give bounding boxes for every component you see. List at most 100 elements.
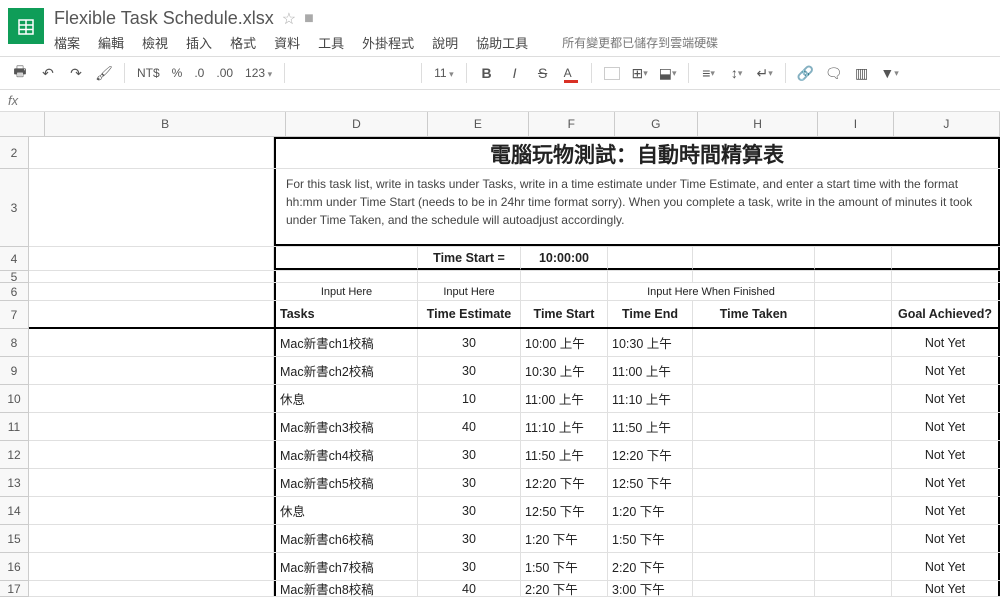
cell-end[interactable]: 11:10 上午 <box>608 385 693 412</box>
cell-goal[interactable]: Not Yet <box>892 385 1000 412</box>
cell[interactable] <box>29 497 274 524</box>
cell[interactable] <box>29 301 274 327</box>
percent-button[interactable]: % <box>168 66 187 80</box>
cell-end[interactable]: 12:50 下午 <box>608 469 693 496</box>
cell[interactable] <box>29 413 274 440</box>
row-header[interactable]: 9 <box>0 357 28 385</box>
cell-taken[interactable] <box>693 581 815 596</box>
cell[interactable] <box>892 247 1000 270</box>
text-color-button[interactable]: A <box>559 61 583 85</box>
row-header[interactable]: 11 <box>0 413 28 441</box>
decrease-decimal-button[interactable]: .0 <box>190 66 208 80</box>
cell-taken[interactable] <box>693 357 815 384</box>
cell-task[interactable]: Mac新書ch2校稿 <box>274 357 418 384</box>
cell-task[interactable]: Mac新書ch7校稿 <box>274 553 418 580</box>
doc-title[interactable]: Flexible Task Schedule.xlsx <box>54 8 274 29</box>
cell-end[interactable]: 3:00 下午 <box>608 581 693 596</box>
increase-decimal-button[interactable]: .00 <box>212 66 237 80</box>
cell-task[interactable]: Mac新書ch4校稿 <box>274 441 418 468</box>
wrap-button[interactable]: ↵ <box>753 61 777 85</box>
instructions-cell[interactable]: For this task list, write in tasks under… <box>274 169 1000 246</box>
cell-goal[interactable]: Not Yet <box>892 357 1000 384</box>
cell-grid[interactable]: 電腦玩物測試：自動時間精算表 For this task list, write… <box>29 137 1000 597</box>
cell-goal[interactable]: Not Yet <box>892 581 1000 596</box>
cell-goal[interactable]: Not Yet <box>892 525 1000 552</box>
cell[interactable] <box>29 247 274 270</box>
row-header[interactable]: 7 <box>0 301 28 329</box>
cell-task[interactable]: Mac新書ch6校稿 <box>274 525 418 552</box>
cell-estimate[interactable]: 30 <box>418 441 521 468</box>
cell-start[interactable]: 2:20 下午 <box>521 581 608 596</box>
row-header[interactable]: 17 <box>0 581 28 597</box>
cell[interactable] <box>815 525 892 552</box>
formula-input[interactable] <box>26 94 992 108</box>
h-align-button[interactable]: ≡ <box>697 61 721 85</box>
cell-task[interactable]: Mac新書ch1校稿 <box>274 329 418 356</box>
header-taken[interactable]: Time Taken <box>693 301 815 327</box>
link-button[interactable]: 🔗 <box>794 61 818 85</box>
cell[interactable] <box>815 441 892 468</box>
italic-button[interactable]: I <box>503 61 527 85</box>
cell-taken[interactable] <box>693 441 815 468</box>
cell-task[interactable]: Mac新書ch3校稿 <box>274 413 418 440</box>
header-end[interactable]: Time End <box>608 301 693 327</box>
cell[interactable] <box>815 553 892 580</box>
time-start-value[interactable]: 10:00:00 <box>521 247 608 270</box>
cell[interactable] <box>815 581 892 596</box>
menu-insert[interactable]: 插入 <box>186 33 212 52</box>
select-all-corner[interactable] <box>0 112 45 136</box>
cell-estimate[interactable]: 40 <box>418 413 521 440</box>
v-align-button[interactable]: ↕ <box>725 61 749 85</box>
cell-start[interactable]: 11:50 上午 <box>521 441 608 468</box>
cell-task[interactable]: Mac新書ch5校稿 <box>274 469 418 496</box>
header-estimate[interactable]: Time Estimate <box>418 301 521 327</box>
cell[interactable] <box>29 169 274 246</box>
cell[interactable] <box>815 469 892 496</box>
cell[interactable] <box>29 441 274 468</box>
cell-estimate[interactable]: 30 <box>418 469 521 496</box>
cell-goal[interactable]: Not Yet <box>892 497 1000 524</box>
cell-start[interactable]: 1:20 下午 <box>521 525 608 552</box>
input-here-label[interactable]: Input Here <box>274 283 418 300</box>
cell-goal[interactable]: Not Yet <box>892 329 1000 356</box>
row-header[interactable]: 2 <box>0 137 28 169</box>
header-start[interactable]: Time Start <box>521 301 608 327</box>
folder-icon[interactable]: ■ <box>304 10 314 28</box>
cell-estimate[interactable]: 30 <box>418 329 521 356</box>
cell-estimate[interactable]: 30 <box>418 497 521 524</box>
borders-button[interactable]: ⊞ <box>628 61 652 85</box>
cell-taken[interactable] <box>693 413 815 440</box>
row-header[interactable]: 10 <box>0 385 28 413</box>
time-start-label[interactable]: Time Start = <box>418 247 521 270</box>
row-header[interactable]: 8 <box>0 329 28 357</box>
paint-format-icon[interactable]: 🖌 <box>92 61 116 85</box>
cell-taken[interactable] <box>693 497 815 524</box>
cell-start[interactable]: 12:50 下午 <box>521 497 608 524</box>
cell-taken[interactable] <box>693 385 815 412</box>
cell[interactable] <box>29 525 274 552</box>
row-header[interactable]: 5 <box>0 271 28 283</box>
cell-task[interactable]: 休息 <box>274 497 418 524</box>
menu-data[interactable]: 資料 <box>274 33 300 52</box>
sheet-title-cell[interactable]: 電腦玩物測試：自動時間精算表 <box>274 137 1000 168</box>
cell-end[interactable]: 11:00 上午 <box>608 357 693 384</box>
cell-end[interactable]: 11:50 上午 <box>608 413 693 440</box>
cell-goal[interactable]: Not Yet <box>892 413 1000 440</box>
header-tasks[interactable]: Tasks <box>274 301 418 327</box>
cell-goal[interactable]: Not Yet <box>892 469 1000 496</box>
cell-start[interactable]: 12:20 下午 <box>521 469 608 496</box>
cell-end[interactable]: 1:50 下午 <box>608 525 693 552</box>
cell-taken[interactable] <box>693 553 815 580</box>
merge-button[interactable]: ⬓ <box>656 61 680 85</box>
fill-color-button[interactable] <box>600 61 624 85</box>
cell-goal[interactable]: Not Yet <box>892 441 1000 468</box>
input-here-label[interactable]: Input Here <box>418 283 521 300</box>
row-header[interactable]: 4 <box>0 247 28 271</box>
cell[interactable] <box>815 357 892 384</box>
cell-start[interactable]: 1:50 下午 <box>521 553 608 580</box>
cell[interactable] <box>815 497 892 524</box>
col-header-B[interactable]: B <box>45 112 286 136</box>
cell-start[interactable]: 11:00 上午 <box>521 385 608 412</box>
menu-file[interactable]: 檔案 <box>54 33 80 52</box>
cell[interactable] <box>29 581 274 596</box>
